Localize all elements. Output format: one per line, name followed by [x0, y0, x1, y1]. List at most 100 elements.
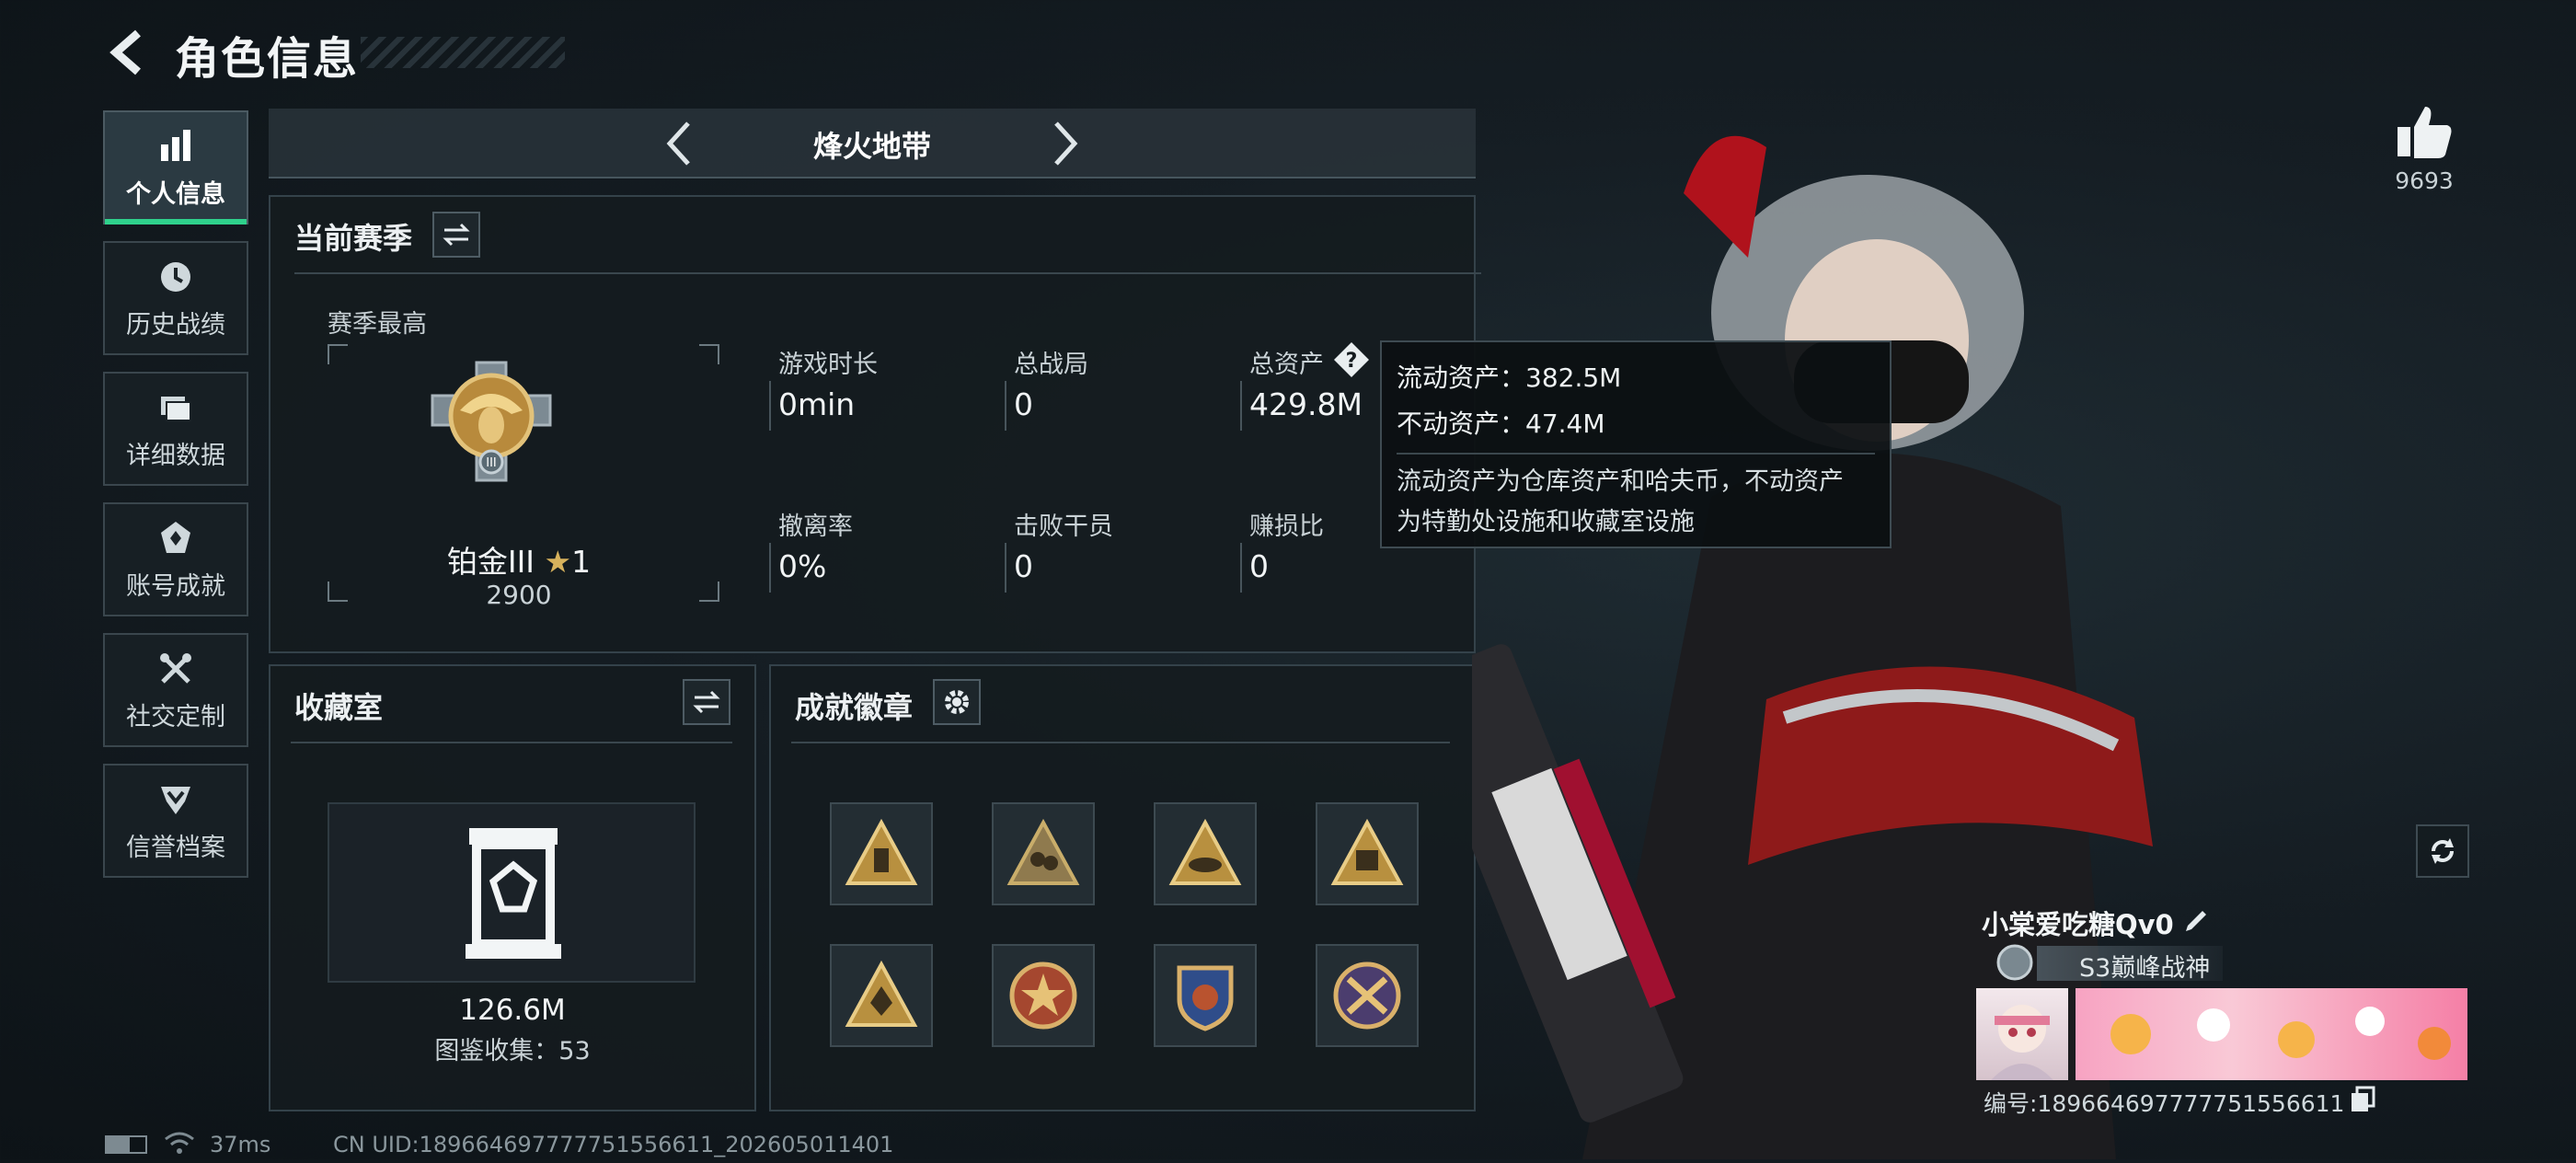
collection-switch-button[interactable]: [683, 679, 730, 725]
chevron-right-icon: [1054, 121, 1078, 166]
achievement-badge[interactable]: [830, 802, 933, 905]
like-button[interactable]: [2394, 101, 2455, 162]
fixed-assets: 不动资产：47.4M: [1397, 409, 1605, 439]
nav-item-history[interactable]: 历史战绩: [103, 241, 248, 355]
star-icon: ★: [544, 544, 572, 580]
stat-value: 0: [1249, 548, 1269, 584]
achievement-badge[interactable]: [830, 944, 933, 1047]
badge-icon: [1009, 961, 1077, 1030]
achievement-badge[interactable]: [1316, 802, 1419, 905]
page-title: 角色信息: [175, 33, 360, 85]
season-panel: 当前赛季 赛季最高 III 铂金III ★1 2900 游戏时长 0min 总战…: [269, 195, 1481, 653]
achievements-settings-button[interactable]: [933, 679, 981, 725]
achievement-badge[interactable]: [1154, 802, 1257, 905]
stat-value: 0: [1014, 548, 1033, 584]
mode-name: 烽火地带: [812, 129, 931, 164]
shield-rank-icon: [155, 779, 196, 820]
tooltip-desc-line: 流动资产为仓库资产和哈夫币，不动资产: [1397, 467, 1844, 496]
rank-stars: 1: [571, 544, 592, 580]
title-decoration: [361, 37, 565, 68]
badge-icon: [1168, 818, 1242, 885]
divider: [294, 272, 1481, 274]
player-id: 编号:1896646977777515566​11: [1984, 1090, 2345, 1117]
stat-divider: [769, 543, 771, 593]
stat-label: 击败干员: [1014, 512, 1113, 541]
help-button[interactable]: ?: [1332, 340, 1371, 379]
season-title: 当前赛季: [294, 221, 413, 256]
rank-line: 铂金III ★1: [344, 537, 694, 582]
stat-value: 0%: [778, 548, 827, 584]
collection-value: 126.6M: [459, 994, 566, 1027]
avatar-icon: [1991, 1005, 2053, 1080]
folder-icon: [155, 387, 196, 428]
achievements-panel: 成就徽章: [769, 664, 1476, 1111]
stat-label: 总资产: [1249, 351, 1324, 379]
stat-divider: [769, 381, 771, 431]
medal-icon: [155, 518, 196, 558]
rank-score: 2900: [486, 580, 552, 610]
thumbs-up-icon: [2398, 107, 2452, 158]
player-name: 小棠爱吃糖Qv0: [1982, 909, 2174, 940]
tooltip-desc-line: 为特勤处设施和收藏室设施: [1397, 508, 1695, 536]
name-card-banner: [2076, 988, 2467, 1080]
badge-icon: [1177, 965, 1234, 1031]
nav-label: 社交定制: [126, 702, 225, 731]
tooltip-divider: [1397, 453, 1875, 455]
swap-icon: [693, 690, 720, 714]
nav-item-credit-record[interactable]: 信誉档案: [103, 764, 248, 878]
nav-label: 个人信息: [126, 179, 225, 209]
mode-selector: 烽火地带: [269, 109, 1476, 178]
stat-value: 429.8M: [1249, 386, 1363, 422]
wifi-icon: [164, 1132, 195, 1156]
nav-item-detailed-data[interactable]: 详细数据: [103, 372, 248, 486]
achievement-badge[interactable]: [1154, 944, 1257, 1047]
frame-corner: [328, 344, 348, 364]
stat-label: 游戏时长: [778, 351, 878, 379]
player-title: S3巅峰战神: [2079, 954, 2211, 983]
question-icon: ?: [1334, 342, 1369, 377]
stat-divider: [1240, 543, 1242, 593]
collection-preview[interactable]: [328, 802, 696, 983]
season-best-label: 赛季最高: [328, 310, 427, 339]
svg-text:?: ?: [1346, 350, 1358, 373]
nav-item-personal-info[interactable]: 个人信息: [103, 110, 248, 225]
collection-count: 图鉴收集：53: [434, 1037, 591, 1065]
stat-divider: [1005, 543, 1006, 593]
vault-icon: [466, 828, 561, 959]
back-button[interactable]: [103, 28, 153, 77]
gear-icon: [945, 690, 969, 714]
collection-title: 收藏室: [294, 690, 384, 725]
divider: [291, 742, 732, 743]
svg-text:III: III: [486, 456, 497, 470]
stat-value: 0: [1014, 386, 1033, 422]
bar-chart-icon: [155, 126, 196, 167]
frame-corner: [699, 344, 719, 364]
badge-icon: [1333, 961, 1401, 1030]
season-switch-button[interactable]: [432, 212, 480, 258]
achievement-badge[interactable]: [992, 802, 1095, 905]
nav-item-social-custom[interactable]: 社交定制: [103, 633, 248, 747]
frame-corner: [699, 582, 719, 602]
ping: 37ms: [210, 1132, 271, 1157]
stat-value: 0min: [778, 386, 856, 422]
nav-label: 信誉档案: [126, 833, 225, 862]
collection-panel: 收藏室 126.6M 图鉴收集：53: [269, 664, 756, 1111]
avatar[interactable]: [1976, 988, 2068, 1080]
rotate-model-button[interactable]: [2416, 824, 2469, 878]
stat-divider: [1005, 381, 1006, 431]
nav-item-achievements[interactable]: 账号成就: [103, 502, 248, 616]
like-count: 9693: [2395, 167, 2454, 194]
uid-line: CN UID:189664697777751556611_20260501140…: [333, 1132, 894, 1157]
battery-icon: [105, 1135, 147, 1154]
title-emblem-icon: [1995, 942, 2035, 983]
nav-label: 历史战绩: [126, 310, 225, 340]
achievement-badge[interactable]: [992, 944, 1095, 1047]
next-mode-button[interactable]: [1038, 118, 1089, 169]
badge-icon: [1330, 818, 1404, 885]
achievement-badge[interactable]: [1316, 944, 1419, 1047]
edit-name-button[interactable]: [2182, 905, 2212, 935]
stat-label: 赚损比: [1249, 512, 1324, 541]
copy-id-button[interactable]: [2350, 1086, 2375, 1113]
badge-icon: [845, 960, 918, 1027]
badge-icon: [845, 818, 918, 885]
